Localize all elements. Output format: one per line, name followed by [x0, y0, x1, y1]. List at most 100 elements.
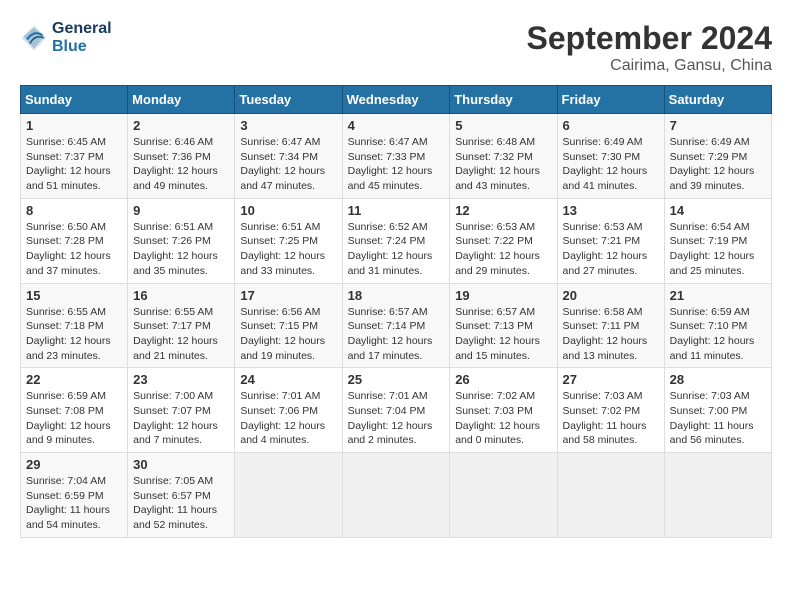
calendar-day-cell: 21Sunrise: 6:59 AMSunset: 7:10 PMDayligh… — [664, 283, 771, 368]
day-number: 3 — [240, 118, 336, 133]
day-number: 17 — [240, 288, 336, 303]
calendar-day-cell: 22 Sunrise: 6:59 AMSunset: 7:08 PMDayligh… — [21, 368, 128, 453]
weekday-header-cell: Thursday — [450, 86, 557, 114]
calendar-day-cell: 9 Sunrise: 6:51 AMSunset: 7:26 PMDaylight… — [128, 198, 235, 283]
calendar-day-cell: 17 Sunrise: 6:56 AMSunset: 7:15 PMDayligh… — [235, 283, 342, 368]
calendar-day-cell: 24Sunrise: 7:01 AMSunset: 7:06 PMDayligh… — [235, 368, 342, 453]
day-number: 12 — [455, 203, 551, 218]
calendar-day-cell: 7 Sunrise: 6:49 AMSunset: 7:29 PMDaylight… — [664, 114, 771, 199]
day-number: 23 — [133, 372, 229, 387]
calendar-day-cell — [235, 453, 342, 538]
day-info: Sunrise: 6:48 AMSunset: 7:32 PMDaylight:… — [455, 135, 551, 194]
calendar-day-cell — [664, 453, 771, 538]
day-number: 9 — [133, 203, 229, 218]
day-number: 25 — [348, 372, 445, 387]
day-number: 14 — [670, 203, 766, 218]
day-number: 4 — [348, 118, 445, 133]
day-info: Sunrise: 7:02 AMSunset: 7:03 PMDaylight:… — [455, 389, 551, 448]
calendar-day-cell: 3 Sunrise: 6:47 AMSunset: 7:34 PMDaylight… — [235, 114, 342, 199]
day-info: Sunrise: 6:51 AMSunset: 7:25 PMDaylight:… — [240, 220, 336, 279]
weekday-header-cell: Wednesday — [342, 86, 450, 114]
calendar-day-cell: 1 Sunrise: 6:45 AMSunset: 7:37 PMDaylight… — [21, 114, 128, 199]
calendar-day-cell: 13 Sunrise: 6:53 AMSunset: 7:21 PMDayligh… — [557, 198, 664, 283]
calendar-week-row: 15Sunrise: 6:55 AMSunset: 7:18 PMDayligh… — [21, 283, 772, 368]
calendar-day-cell: 4Sunrise: 6:47 AMSunset: 7:33 PMDaylight… — [342, 114, 450, 199]
logo-text: General Blue — [52, 20, 112, 55]
title-block: September 2024 Cairima, Gansu, China — [527, 20, 772, 75]
day-number: 10 — [240, 203, 336, 218]
calendar-day-cell: 6Sunrise: 6:49 AMSunset: 7:30 PMDaylight… — [557, 114, 664, 199]
day-info: Sunrise: 6:53 AMSunset: 7:21 PMDaylight:… — [563, 220, 659, 279]
day-info: Sunrise: 6:56 AMSunset: 7:15 PMDaylight:… — [240, 305, 336, 364]
day-number: 27 — [563, 372, 659, 387]
day-number: 30 — [133, 457, 229, 472]
calendar-day-cell: 27 Sunrise: 7:03 AMSunset: 7:02 PMDayligh… — [557, 368, 664, 453]
day-info: Sunrise: 6:55 AMSunset: 7:18 PMDaylight:… — [26, 305, 122, 364]
weekday-header-row: SundayMondayTuesdayWednesdayThursdayFrid… — [21, 86, 772, 114]
day-number: 6 — [563, 118, 659, 133]
calendar-day-cell — [557, 453, 664, 538]
calendar-day-cell: 2 Sunrise: 6:46 AMSunset: 7:36 PMDaylight… — [128, 114, 235, 199]
calendar-day-cell: 10 Sunrise: 6:51 AMSunset: 7:25 PMDayligh… — [235, 198, 342, 283]
day-number: 29 — [26, 457, 122, 472]
calendar-table: SundayMondayTuesdayWednesdayThursdayFrid… — [20, 85, 772, 538]
day-info: Sunrise: 6:59 AMSunset: 7:10 PMDaylight:… — [670, 305, 766, 364]
day-info: Sunrise: 6:59 AMSunset: 7:08 PMDaylight:… — [26, 389, 122, 448]
day-number: 5 — [455, 118, 551, 133]
day-info: Sunrise: 7:04 AMSunset: 6:59 PMDaylight:… — [26, 474, 122, 533]
day-number: 26 — [455, 372, 551, 387]
day-info: Sunrise: 7:03 AMSunset: 7:00 PMDaylight:… — [670, 389, 766, 448]
day-number: 7 — [670, 118, 766, 133]
day-info: Sunrise: 6:54 AMSunset: 7:19 PMDaylight:… — [670, 220, 766, 279]
calendar-day-cell: 20 Sunrise: 6:58 AMSunset: 7:11 PMDayligh… — [557, 283, 664, 368]
month-title: September 2024 — [527, 20, 772, 57]
day-info: Sunrise: 6:58 AMSunset: 7:11 PMDaylight:… — [563, 305, 659, 364]
day-number: 28 — [670, 372, 766, 387]
day-number: 1 — [26, 118, 122, 133]
day-number: 22 — [26, 372, 122, 387]
day-info: Sunrise: 7:03 AMSunset: 7:02 PMDaylight:… — [563, 389, 659, 448]
weekday-header-cell: Saturday — [664, 86, 771, 114]
day-info: Sunrise: 6:47 AMSunset: 7:34 PMDaylight:… — [240, 135, 336, 194]
day-number: 8 — [26, 203, 122, 218]
day-info: Sunrise: 6:49 AMSunset: 7:29 PMDaylight:… — [670, 135, 766, 194]
day-number: 20 — [563, 288, 659, 303]
calendar-day-cell: 12 Sunrise: 6:53 AMSunset: 7:22 PMDayligh… — [450, 198, 557, 283]
day-info: Sunrise: 7:05 AMSunset: 6:57 PMDaylight:… — [133, 474, 229, 533]
calendar-week-row: 1 Sunrise: 6:45 AMSunset: 7:37 PMDaylight… — [21, 114, 772, 199]
calendar-day-cell: 14 Sunrise: 6:54 AMSunset: 7:19 PMDayligh… — [664, 198, 771, 283]
page-header: General Blue September 2024 Cairima, Gan… — [20, 20, 772, 75]
day-number: 24 — [240, 372, 336, 387]
day-info: Sunrise: 6:45 AMSunset: 7:37 PMDaylight:… — [26, 135, 122, 194]
day-info: Sunrise: 6:53 AMSunset: 7:22 PMDaylight:… — [455, 220, 551, 279]
calendar-day-cell: 19 Sunrise: 6:57 AMSunset: 7:13 PMDayligh… — [450, 283, 557, 368]
day-number: 2 — [133, 118, 229, 133]
calendar-day-cell: 16Sunrise: 6:55 AMSunset: 7:17 PMDayligh… — [128, 283, 235, 368]
day-number: 13 — [563, 203, 659, 218]
day-info: Sunrise: 6:46 AMSunset: 7:36 PMDaylight:… — [133, 135, 229, 194]
day-info: Sunrise: 6:51 AMSunset: 7:26 PMDaylight:… — [133, 220, 229, 279]
calendar-day-cell — [450, 453, 557, 538]
day-info: Sunrise: 6:55 AMSunset: 7:17 PMDaylight:… — [133, 305, 229, 364]
logo-icon — [20, 24, 48, 52]
calendar-day-cell: 15Sunrise: 6:55 AMSunset: 7:18 PMDayligh… — [21, 283, 128, 368]
logo: General Blue — [20, 20, 112, 55]
day-info: Sunrise: 6:57 AMSunset: 7:13 PMDaylight:… — [455, 305, 551, 364]
calendar-day-cell: 5 Sunrise: 6:48 AMSunset: 7:32 PMDaylight… — [450, 114, 557, 199]
calendar-day-cell: 29 Sunrise: 7:04 AMSunset: 6:59 PMDayligh… — [21, 453, 128, 538]
day-info: Sunrise: 6:57 AMSunset: 7:14 PMDaylight:… — [348, 305, 445, 364]
day-info: Sunrise: 7:01 AMSunset: 7:04 PMDaylight:… — [348, 389, 445, 448]
calendar-day-cell: 18Sunrise: 6:57 AMSunset: 7:14 PMDayligh… — [342, 283, 450, 368]
calendar-day-cell — [342, 453, 450, 538]
day-info: Sunrise: 6:50 AMSunset: 7:28 PMDaylight:… — [26, 220, 122, 279]
calendar-day-cell: 11Sunrise: 6:52 AMSunset: 7:24 PMDayligh… — [342, 198, 450, 283]
calendar-body: 1 Sunrise: 6:45 AMSunset: 7:37 PMDaylight… — [21, 114, 772, 538]
day-info: Sunrise: 7:00 AMSunset: 7:07 PMDaylight:… — [133, 389, 229, 448]
calendar-week-row: 29 Sunrise: 7:04 AMSunset: 6:59 PMDayligh… — [21, 453, 772, 538]
day-number: 11 — [348, 203, 445, 218]
calendar-day-cell: 23 Sunrise: 7:00 AMSunset: 7:07 PMDayligh… — [128, 368, 235, 453]
day-number: 19 — [455, 288, 551, 303]
weekday-header-cell: Sunday — [21, 86, 128, 114]
calendar-day-cell: 25 Sunrise: 7:01 AMSunset: 7:04 PMDayligh… — [342, 368, 450, 453]
calendar-day-cell: 30 Sunrise: 7:05 AMSunset: 6:57 PMDayligh… — [128, 453, 235, 538]
